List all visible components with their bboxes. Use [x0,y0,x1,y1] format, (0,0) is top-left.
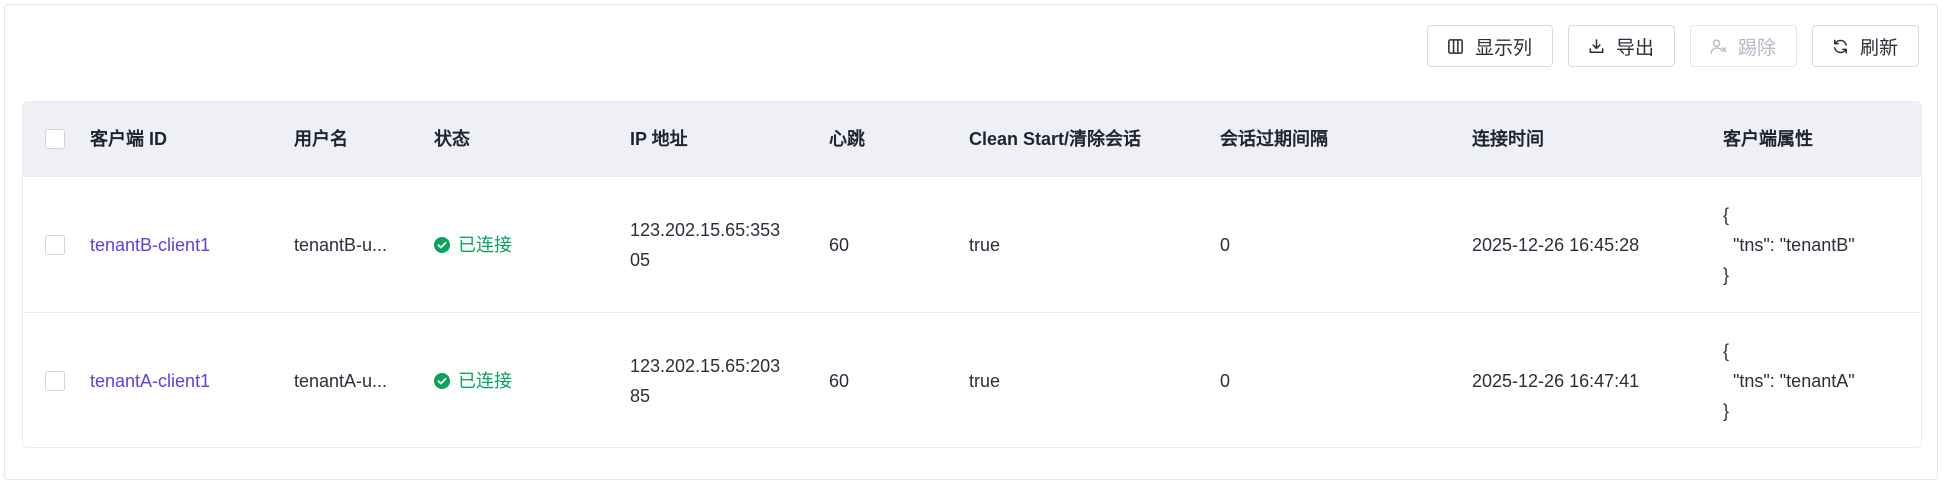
refresh-button[interactable]: 刷新 [1811,25,1919,67]
header-attributes: 客户端属性 [1723,129,1813,149]
status-badge: 已连接 [434,366,512,396]
clients-table: 客户端 ID 用户名 状态 IP 地址 心跳 Clean Start/清除会话 … [22,101,1922,448]
columns-icon [1448,38,1463,54]
status-cell: 已连接 [434,177,512,312]
ip-cell: 123.202.15.65:20385 [630,355,781,406]
header-client-id: 客户端 ID [90,129,168,149]
status-text: 已连接 [458,370,512,391]
table-row: tenantA-client1 tenantA-u... 已连接 123.202… [23,312,1921,447]
table-row: tenantB-client1 tenantB-u... 已连接 123.202… [23,176,1921,312]
refresh-icon [1834,39,1847,53]
clean-start-cell: true [969,234,1001,255]
header-connected-at: 连接时间 [1472,129,1544,149]
toolbar: 显示列 导出 踢除 刷新 [1426,25,1919,67]
header-ip: IP 地址 [630,129,688,149]
columns-button-label: 显示列 [1474,37,1532,59]
table-header: 客户端 ID 用户名 状态 IP 地址 心跳 Clean Start/清除会话 … [23,102,1921,176]
clients-panel: 显示列 导出 踢除 刷新 客户端 ID 用户名 状态 IP 地址 心跳 Clea… [4,4,1938,480]
header-session-expiry: 会话过期间隔 [1220,129,1328,149]
select-all-checkbox[interactable] [45,129,65,149]
user-remove-icon [1710,38,1727,54]
username-cell: tenantA-u... [294,370,388,391]
attributes-cell: { "tns": "tenantB" } [1723,204,1855,285]
heartbeat-cell: 60 [829,370,850,391]
heartbeat-cell: 60 [829,234,850,255]
kick-button[interactable]: 踢除 [1689,25,1797,67]
connected-at-cell: 2025-12-26 16:45:28 [1472,234,1640,255]
row-checkbox[interactable] [45,370,65,391]
clean-start-cell: true [969,370,1001,391]
session-expiry-cell: 0 [1220,370,1231,391]
check-circle-icon [434,236,450,253]
header-status: 状态 [434,129,470,149]
export-button-label: 导出 [1615,37,1654,59]
row-checkbox[interactable] [45,234,65,255]
client-id-link[interactable]: tenantA-client1 [90,313,210,447]
header-clean-start: Clean Start/清除会话 [969,129,1142,149]
kick-button-label: 踢除 [1737,37,1776,59]
header-username: 用户名 [294,129,348,149]
ip-cell: 123.202.15.65:35305 [630,219,781,270]
export-button[interactable]: 导出 [1567,25,1675,67]
status-text: 已连接 [458,234,512,255]
connected-at-cell: 2025-12-26 16:47:41 [1472,370,1640,391]
check-circle-icon [434,372,450,389]
columns-button[interactable]: 显示列 [1426,25,1553,67]
download-icon [1589,38,1604,53]
client-id-link[interactable]: tenantB-client1 [90,177,210,312]
header-heartbeat: 心跳 [829,129,865,149]
username-cell: tenantB-u... [294,234,388,255]
status-cell: 已连接 [434,313,512,447]
session-expiry-cell: 0 [1220,234,1231,255]
status-badge: 已连接 [434,230,512,260]
refresh-button-label: 刷新 [1859,37,1898,59]
attributes-cell: { "tns": "tenantA" } [1723,340,1855,421]
